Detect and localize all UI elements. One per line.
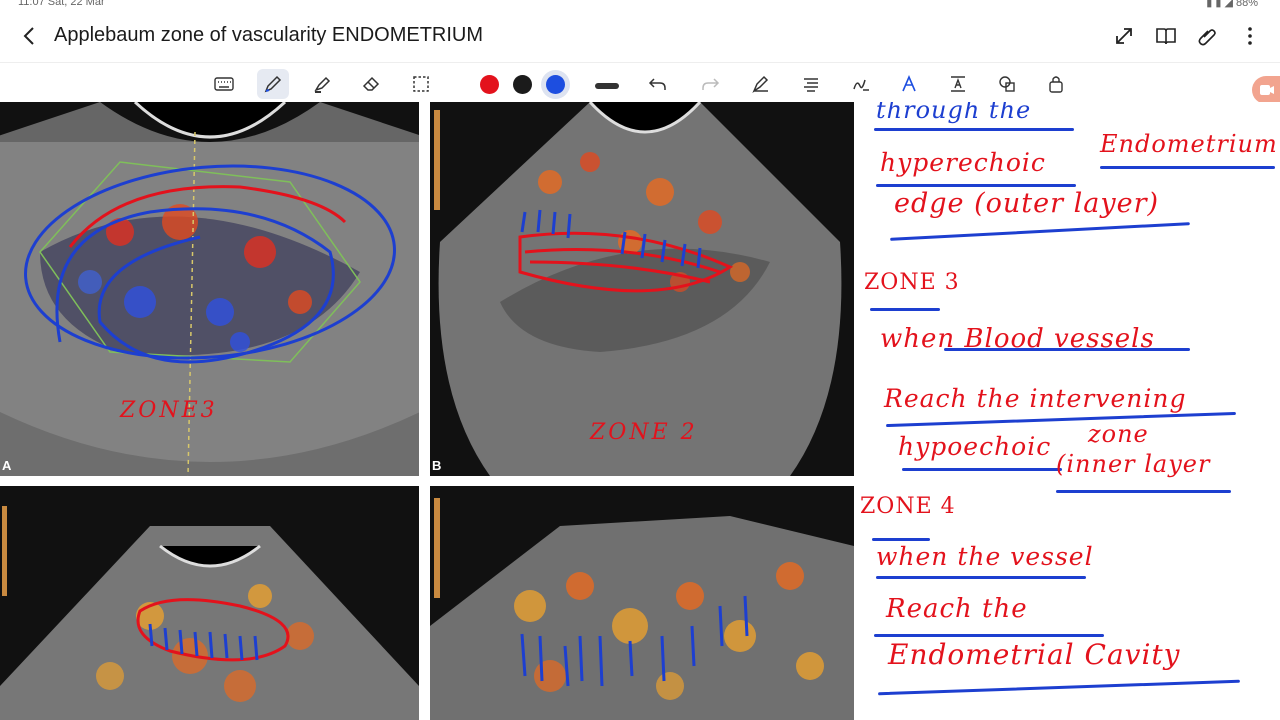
color-red[interactable] [480, 75, 499, 94]
zone4-line-3: Endometrial Cavity [888, 638, 1181, 671]
underline [944, 348, 1190, 351]
eraser-tool[interactable] [358, 71, 384, 97]
pen-tool[interactable] [257, 69, 289, 99]
ultrasound-c-drawing [0, 506, 419, 720]
back-button[interactable] [18, 24, 42, 48]
text-style-tool[interactable] [896, 71, 922, 97]
lasso-tool[interactable] [408, 71, 434, 97]
highlighter-icon [314, 76, 331, 93]
underline [902, 468, 1062, 471]
underline [872, 538, 930, 541]
underline [876, 576, 1086, 579]
stroke-width-button[interactable] [595, 83, 619, 89]
underline [874, 634, 1104, 637]
zone-label-b: ZONE 2 [590, 420, 698, 445]
keyboard-tool[interactable] [211, 71, 237, 97]
underline [886, 411, 1236, 428]
underline [876, 184, 1076, 187]
underline [1056, 490, 1231, 493]
system-icons: ▮ ▮ ◢ 88% [1206, 0, 1258, 9]
pen-icon [264, 75, 282, 93]
chevron-left-icon [23, 27, 34, 45]
underline [890, 222, 1190, 241]
panel-letter-b: B [432, 458, 442, 473]
record-button[interactable] [1252, 76, 1280, 104]
lock-icon [1049, 76, 1063, 93]
note-endometrium: Endometrium [1100, 130, 1278, 158]
ultrasound-image-c [0, 486, 419, 720]
redo-icon [702, 78, 720, 90]
attach-button[interactable] [1196, 24, 1220, 48]
lock-tool[interactable] [1043, 71, 1069, 97]
ultrasound-image-b: ZONE 2 B [430, 102, 854, 476]
status-time: 11:07 Sat, 22 Mar [18, 0, 105, 8]
ultrasound-image-a: ZONE3 A [0, 102, 419, 476]
underline [878, 679, 1240, 696]
more-options-button[interactable] [1238, 24, 1262, 48]
book-icon [1156, 28, 1176, 45]
shapes-tool[interactable] [994, 71, 1020, 97]
expand-icon [1116, 28, 1132, 44]
zone4-line-2: Reach the [886, 594, 1028, 624]
zone4-line-1: when the vessel [876, 542, 1094, 571]
underline [874, 128, 1074, 131]
text-box-icon [951, 76, 965, 92]
keyboard-icon [214, 77, 234, 91]
lasso-icon [413, 76, 429, 92]
shapes-icon [999, 76, 1015, 92]
zone4-heading: ZONE 4 [860, 494, 956, 519]
color-blue[interactable] [546, 75, 565, 94]
zone3-heading: ZONE 3 [864, 270, 960, 295]
status-bar: 11:07 Sat, 22 Mar ▮ ▮ ◢ 88% [0, 0, 1280, 10]
more-vertical-icon [1248, 27, 1252, 45]
font-a-icon [902, 74, 916, 92]
zone-label-a: ZONE3 [120, 398, 218, 423]
zone3-line-3b: zone [1088, 420, 1149, 448]
title-bar: Applebaum zone of vascularity ENDOMETRIU… [0, 10, 1280, 62]
panel-letter-a: A [2, 458, 12, 473]
note-line-through: through the [876, 102, 1032, 124]
highlighter-tool[interactable] [309, 71, 335, 97]
redo-button[interactable] [697, 71, 723, 97]
zone3-line-3a: hypoechoic [898, 432, 1052, 461]
underline [870, 308, 940, 311]
page-title: Applebaum zone of vascularity ENDOMETRIU… [54, 24, 484, 46]
zone3-line-4: (inner layer [1056, 450, 1211, 478]
expand-button[interactable] [1112, 24, 1136, 48]
shape-pen-tool[interactable] [748, 71, 774, 97]
eraser-icon [362, 76, 380, 91]
note-hyperechoic: hyperechoic [880, 148, 1046, 177]
ultrasound-d-drawing [430, 498, 854, 720]
undo-icon [648, 78, 666, 90]
color-black[interactable] [513, 75, 532, 94]
zone3-line-2: Reach the intervening [884, 384, 1187, 413]
handwriting-tool[interactable] [848, 71, 874, 97]
video-record-icon [1260, 85, 1274, 95]
note-outer-layer: edge (outer layer) [894, 188, 1160, 219]
ultrasound-image-d [430, 486, 854, 720]
pen-shape-icon [752, 75, 769, 94]
text-box-tool[interactable] [945, 71, 971, 97]
handwriting-icon [853, 79, 869, 91]
drawing-toolbar [0, 62, 1280, 103]
align-tool[interactable] [798, 71, 824, 97]
undo-button[interactable] [645, 71, 671, 97]
text-align-icon [804, 78, 818, 92]
book-view-button[interactable] [1154, 24, 1178, 48]
handwritten-notes: through the hyperechoic Endometrium edge… [856, 102, 1280, 720]
underline [1100, 166, 1275, 169]
paperclip-icon [1198, 29, 1216, 46]
